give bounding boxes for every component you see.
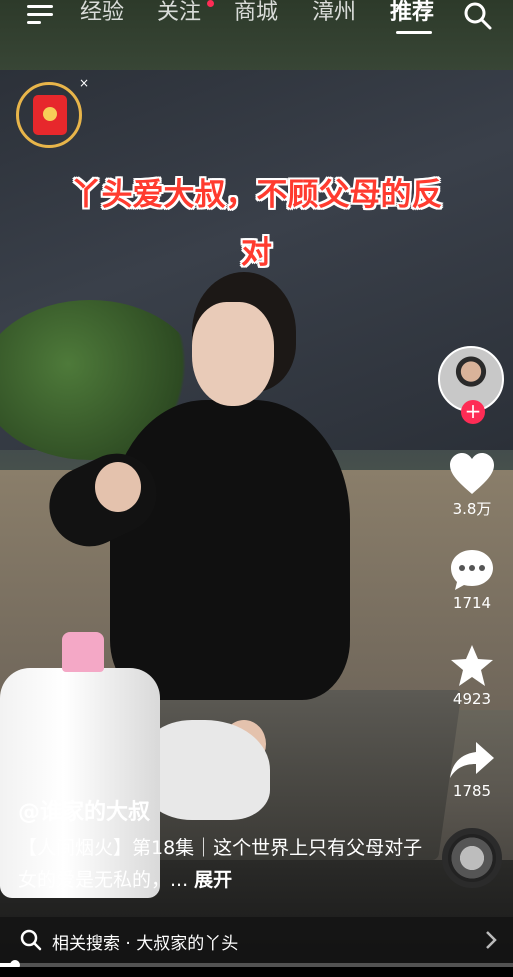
- tab-tuijian[interactable]: 推荐: [390, 0, 434, 26]
- caption-line-2: 对: [241, 235, 272, 271]
- tab-guanzhu[interactable]: 关注: [157, 0, 201, 26]
- search-small-icon: [20, 929, 42, 951]
- like-count: 3.8万: [452, 500, 492, 518]
- video-description[interactable]: 【人间烟火】第18集｜这个世界上只有父母对子女的爱是无私的，... 展开: [18, 832, 428, 896]
- hamburger-menu-icon[interactable]: [27, 3, 55, 25]
- person-body: [110, 400, 350, 700]
- follow-button[interactable]: +: [461, 400, 485, 424]
- related-search-label: 相关搜索 · 大叔家的丫头: [52, 934, 239, 954]
- search-icon[interactable]: [463, 1, 493, 31]
- pink-bottle: [62, 632, 104, 672]
- expand-button[interactable]: 展开: [194, 869, 232, 891]
- close-icon[interactable]: ×: [79, 76, 89, 90]
- person-hand: [95, 462, 141, 512]
- comment-icon: [451, 550, 493, 590]
- bottom-strip: [0, 967, 513, 977]
- heart-icon: [450, 453, 494, 494]
- red-envelope-coin: [43, 107, 57, 121]
- favorite-count: 4923: [452, 690, 492, 708]
- active-tab-indicator: [396, 31, 432, 34]
- person-face: [192, 302, 274, 406]
- red-envelope-icon[interactable]: [16, 82, 82, 148]
- author-name[interactable]: @谁家的大叔: [18, 794, 150, 826]
- share-button[interactable]: 1785: [440, 740, 504, 800]
- comment-count: 1714: [452, 594, 492, 612]
- notification-dot: [207, 0, 214, 7]
- video-caption: 丫头爱大叔，不顾父母的反 对: [20, 166, 493, 282]
- music-disc-icon[interactable]: [442, 828, 502, 888]
- chevron-right-icon: [486, 931, 497, 949]
- favorite-button[interactable]: 4923: [440, 644, 504, 708]
- tab-zhangzhou[interactable]: 漳州: [312, 0, 356, 26]
- related-search-bar[interactable]: 相关搜索 · 大叔家的丫头: [0, 917, 513, 963]
- comment-button[interactable]: 1714: [440, 548, 504, 612]
- video-frame[interactable]: [0, 0, 513, 977]
- share-arrow-icon: [450, 742, 494, 778]
- star-icon: [451, 645, 493, 686]
- like-button[interactable]: 3.8万: [440, 452, 504, 519]
- share-count: 1785: [452, 782, 492, 800]
- tab-jingyan[interactable]: 经验: [80, 0, 124, 26]
- caption-line-1: 丫头爱大叔，不顾父母的反: [70, 177, 443, 213]
- tab-shangcheng[interactable]: 商城: [234, 0, 278, 26]
